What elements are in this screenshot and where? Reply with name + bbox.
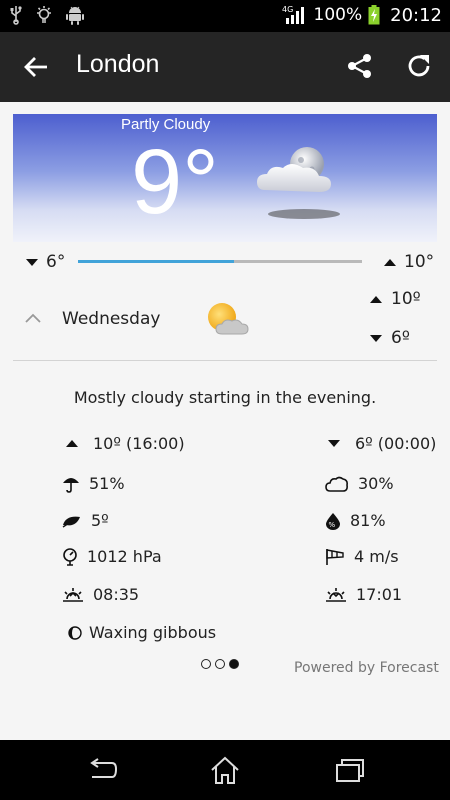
sunrise-icon [63, 587, 83, 602]
partly-cloudy-night-icon [257, 147, 340, 219]
down-triangle-icon [26, 258, 38, 266]
clock: 20:12 [390, 4, 442, 26]
temperature-range: 6° 10° [0, 250, 450, 274]
home-icon[interactable] [209, 755, 241, 785]
range-low: 6° [26, 252, 65, 272]
page-dot[interactable] [201, 659, 211, 669]
umbrella-icon [63, 477, 79, 493]
day-low: 6º [370, 328, 410, 348]
navigation-bar [0, 740, 450, 800]
max-temperature-value: 10º (16:00) [93, 434, 185, 453]
page-dot[interactable] [215, 659, 225, 669]
range-low-value: 6° [46, 252, 66, 272]
up-triangle-icon [370, 295, 382, 303]
powered-by[interactable]: Powered by Forecast [294, 660, 439, 676]
range-high-value: 10° [404, 252, 435, 272]
battery-charging-icon [368, 5, 380, 25]
usb-icon [10, 6, 22, 25]
current-weather-card: Partly Cloudy 9° [13, 114, 437, 242]
dew-point-value: 5º [91, 511, 109, 530]
precipitation: 51% [62, 474, 125, 493]
day-name: Wednesday [62, 309, 161, 329]
sunrise-value: 08:35 [93, 585, 140, 604]
day-high-value: 10º [391, 289, 421, 309]
leaf-icon [62, 516, 80, 528]
sunset: 17:01 [325, 585, 402, 604]
page-indicator[interactable] [201, 659, 239, 669]
page-title: London [76, 50, 160, 78]
recent-apps-icon[interactable] [333, 755, 365, 785]
day-high: 10º [370, 289, 421, 309]
cloud-icon [325, 476, 348, 492]
range-fill [78, 260, 235, 263]
network-type: 4G [282, 5, 293, 14]
dew-point: 5º [62, 511, 109, 530]
humidity: % 81% [325, 511, 386, 530]
min-temperature-value: 6º (00:00) [355, 434, 437, 453]
windsock-icon [326, 548, 344, 565]
down-triangle-icon [370, 334, 382, 342]
forecast-day-row[interactable]: Wednesday 10º 6º [0, 286, 450, 358]
refresh-icon[interactable] [405, 52, 433, 80]
up-triangle-icon [66, 440, 78, 447]
moon-phase: Waxing gibbous [68, 623, 216, 642]
sunset-value: 17:01 [356, 585, 403, 604]
day-low-value: 6º [391, 328, 410, 348]
back-arrow-icon[interactable] [22, 53, 50, 81]
max-temperature: 10º (16:00) [66, 434, 185, 453]
lightbulb-icon [37, 6, 51, 23]
action-bar: London [0, 32, 450, 102]
back-icon[interactable] [86, 755, 118, 785]
sunrise: 08:35 [62, 585, 139, 604]
precipitation-value: 51% [89, 474, 125, 493]
status-bar: 4G 100% 20:12 [0, 0, 450, 32]
sun-behind-cloud-icon [208, 303, 249, 335]
humidity-value: 81% [350, 511, 386, 530]
android-icon [66, 6, 84, 25]
sunset-icon [326, 587, 346, 602]
svg-text:%: % [329, 521, 336, 529]
chevron-up-icon[interactable] [24, 312, 42, 324]
pressure: 1012 hPa [62, 547, 162, 566]
pressure-value: 1012 hPa [87, 547, 162, 566]
moon-phase-icon [68, 625, 82, 640]
page-dot[interactable] [229, 659, 239, 669]
cloud-cover: 30% [325, 474, 394, 493]
up-triangle-icon [384, 258, 396, 266]
humidity-drop-icon: % [326, 512, 340, 530]
battery-percent: 100% [313, 5, 363, 25]
wind: 4 m/s [325, 547, 399, 566]
down-triangle-icon [328, 440, 340, 447]
cloud-cover-value: 30% [358, 474, 394, 493]
range-high: 10° [384, 252, 434, 272]
range-track [78, 260, 362, 263]
share-icon[interactable] [346, 52, 374, 80]
moon-phase-value: Waxing gibbous [89, 623, 217, 642]
forecast-summary: Mostly cloudy starting in the evening. [73, 388, 377, 407]
current-temperature: 9° [131, 131, 219, 233]
wind-value: 4 m/s [354, 547, 399, 566]
signal-icon: 4G [282, 5, 304, 24]
barometer-icon [63, 547, 77, 566]
min-temperature: 6º (00:00) [328, 434, 436, 453]
divider [13, 360, 437, 361]
